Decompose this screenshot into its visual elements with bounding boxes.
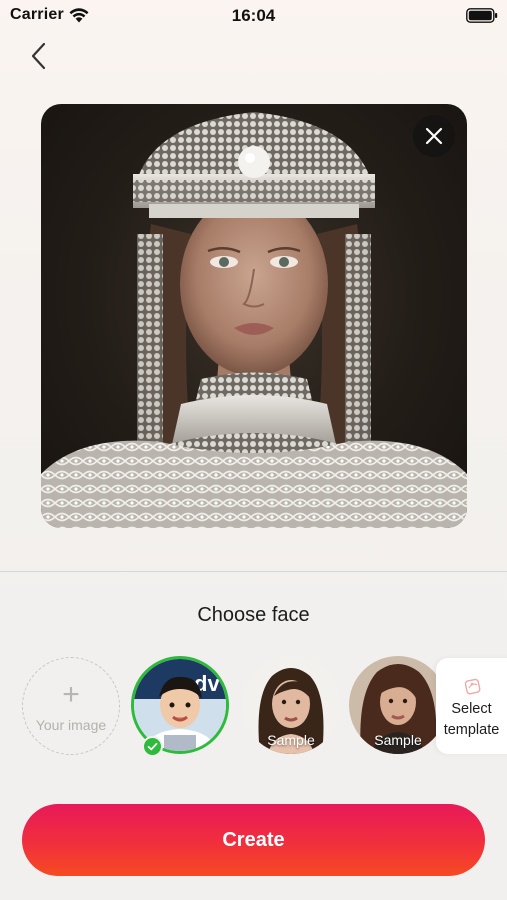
preview-image — [41, 104, 467, 528]
select-template-line-2: template — [443, 722, 500, 738]
check-badge — [142, 736, 163, 757]
create-button[interactable]: Create — [22, 804, 485, 876]
select-template-label: Select template — [436, 699, 507, 741]
choose-face-title: Choose face — [197, 604, 310, 626]
create-button-label: Create — [222, 828, 285, 851]
check-icon — [147, 742, 158, 751]
face-carousel[interactable]: + Your image dv Sample Sample Select tem… — [0, 656, 507, 756]
back-button[interactable] — [26, 40, 54, 72]
close-button[interactable] — [413, 115, 455, 157]
sample-label: Sample — [267, 732, 315, 748]
sample-label: Sample — [374, 732, 422, 748]
portrait-illustration — [41, 112, 467, 528]
divider — [0, 571, 507, 572]
screen: Carrier 16:04 Choose face + Your image d… — [0, 0, 507, 900]
template-icon — [464, 678, 481, 695]
clock: 16:04 — [231, 6, 276, 25]
battery-icon — [466, 8, 498, 23]
close-icon — [425, 127, 443, 145]
face-option-sample-2[interactable]: Sample — [349, 656, 447, 754]
upload-image-label: Your image — [35, 717, 107, 733]
plus-icon: + — [62, 678, 80, 711]
select-template-line-1: Select — [451, 701, 492, 717]
chevron-left-icon — [31, 42, 46, 70]
select-template-button[interactable]: Select template — [436, 658, 507, 754]
status-bar: Carrier 16:04 — [0, 0, 507, 34]
face-option-sample-1[interactable]: Sample — [242, 656, 340, 754]
upload-image-button[interactable]: + Your image — [22, 657, 120, 755]
